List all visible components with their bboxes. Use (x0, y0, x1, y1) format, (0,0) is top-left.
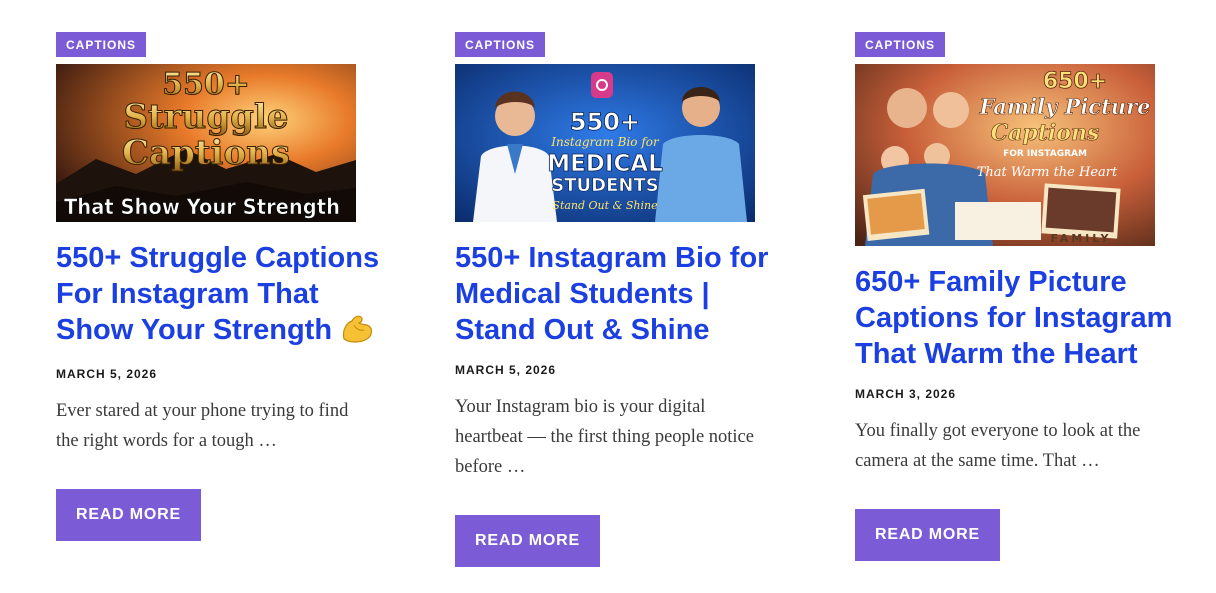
post-date: MARCH 5, 2026 (455, 363, 557, 377)
thumbnail-line: 650+ (1043, 69, 1107, 94)
thumbnail-line: Struggle (124, 97, 289, 137)
post-excerpt: Ever stared at your phone trying to find… (56, 401, 349, 451)
thumbnail-line: That Show Your Strength (64, 195, 340, 219)
post-card: CAPTIONS 550+ Instagram Bio for MEDICAL … (455, 32, 795, 567)
post-card: CAPTIONS 550+ Struggle Captions That Sho… (56, 32, 396, 541)
flexed-biceps-icon (340, 313, 374, 352)
post-title[interactable]: 550+ Instagram Bio for Medical Students … (455, 240, 795, 348)
read-more-button[interactable]: READ MORE (56, 489, 201, 541)
post-thumbnail[interactable]: 550+ Instagram Bio for MEDICAL STUDENTS … (455, 64, 755, 222)
thumbnail-line: MEDICAL (547, 151, 663, 177)
thumbnail-line: Stand Out & Shine (552, 199, 658, 212)
post-excerpt: Your Instagram bio is your digital heart… (455, 397, 754, 477)
post-thumbnail[interactable]: 550+ Struggle Captions That Show Your St… (56, 64, 356, 222)
thumbnail-image: 650+ Family Picture Captions FOR INSTAGR… (855, 64, 1155, 246)
post-excerpt: You finally got everyone to look at the … (855, 421, 1141, 471)
read-more-button[interactable]: READ MORE (455, 515, 600, 567)
category-badge[interactable]: CAPTIONS (455, 32, 546, 57)
read-more-button[interactable]: READ MORE (855, 509, 1000, 561)
thumbnail-line: 550+ (570, 108, 640, 136)
thumbnail-image: 550+ Instagram Bio for MEDICAL STUDENTS … (455, 64, 755, 222)
post-date: MARCH 5, 2026 (56, 367, 158, 381)
category-badge[interactable]: CAPTIONS (855, 32, 946, 57)
thumbnail-image: 550+ Struggle Captions That Show Your St… (56, 64, 356, 222)
thumbnail-line: That Warm the Heart (977, 165, 1118, 180)
thumbnail-line: Captions (991, 120, 1100, 146)
thumbnail-line: FOR INSTAGRAM (1003, 149, 1087, 159)
post-card: CAPTIONS 650+ Family Picture Captions FO… (855, 32, 1195, 561)
thumbnail-line: STUDENTS (551, 175, 658, 196)
post-title[interactable]: 650+ Family Picture Captions for Instagr… (855, 264, 1200, 372)
thumbnail-line: FAMILY (1050, 232, 1111, 245)
post-date: MARCH 3, 2026 (855, 387, 957, 401)
post-title[interactable]: 550+ Struggle Captions For Instagram Tha… (56, 240, 396, 352)
thumbnail-line: Instagram Bio for (550, 135, 660, 149)
thumbnail-line: Captions (122, 133, 290, 173)
thumbnail-line: Family Picture (978, 94, 1150, 119)
post-thumbnail[interactable]: 650+ Family Picture Captions FOR INSTAGR… (855, 64, 1155, 246)
category-badge[interactable]: CAPTIONS (56, 32, 147, 57)
post-title-text[interactable]: 550+ Struggle Captions For Instagram Tha… (56, 242, 379, 346)
